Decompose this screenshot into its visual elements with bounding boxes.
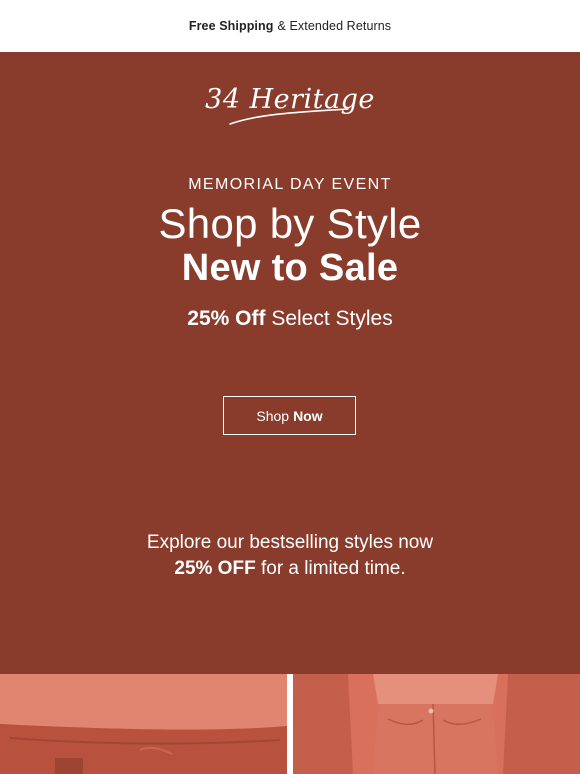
extended-returns-label: & Extended Returns [277,19,392,33]
shop-now-button[interactable]: Shop Now [223,396,356,435]
headline-new-to-sale: New to Sale [181,247,399,289]
shipping-banner: Free Shipping & Extended Returns [0,0,580,52]
offer-discount: 25% Off [187,307,266,330]
product-photo-tee-pants[interactable] [0,674,287,774]
product-photo-jeans[interactable] [293,674,580,774]
explore-line-1: Explore our bestselling styles now [146,532,434,553]
free-shipping-label: Free Shipping [188,19,274,33]
model-torso-icon [0,674,287,774]
event-kicker: MEMORIAL DAY EVENT [188,176,392,193]
explore-limited-time: for a limited time. [260,558,406,579]
explore-discount: 25% OFF [174,558,256,579]
shop-now-label-regular: Shop [256,407,290,424]
product-photo-row [0,674,580,774]
offer-select-styles: Select Styles [271,307,393,330]
hero-section: 34 Heritage MEMORIAL DAY EVENT Shop by S… [0,52,580,674]
shop-now-label-bold: Now [293,407,323,424]
headline-shop-by-style: Shop by Style [158,200,422,247]
model-jeans-icon [293,674,580,774]
offer-text: 25% Off Select Styles [0,307,580,331]
logo-swash-icon [229,108,349,125]
explore-line-2: 25% OFF for a limited time. [0,558,580,580]
